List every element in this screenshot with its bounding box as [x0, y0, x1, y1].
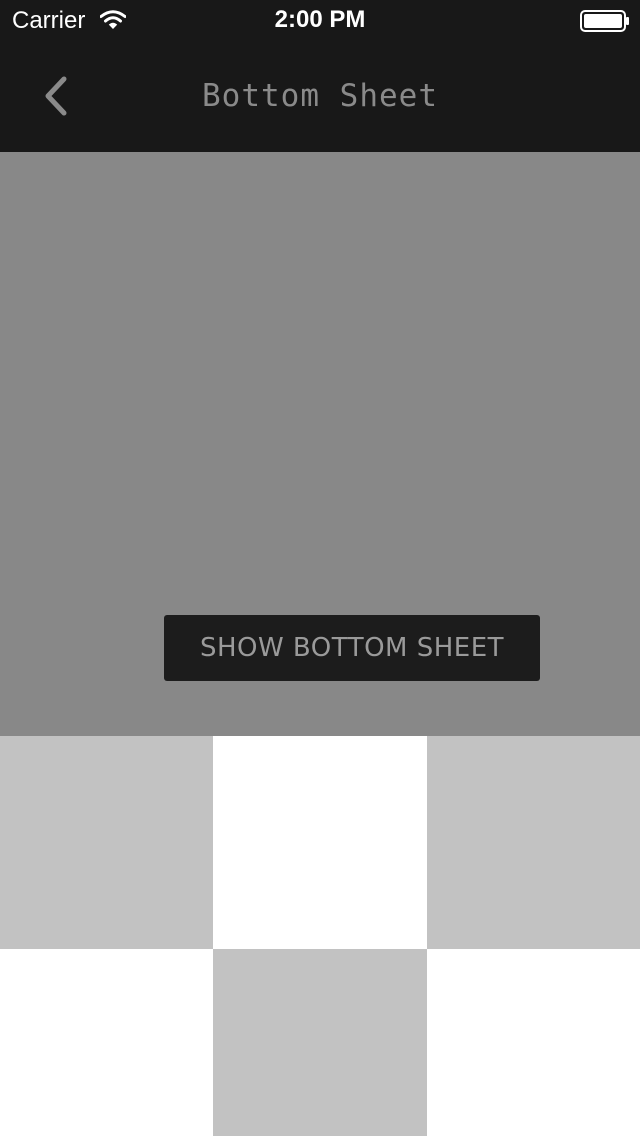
grid-tile[interactable]: [427, 736, 640, 949]
navigation-bar: Bottom Sheet: [0, 40, 640, 152]
grid-tile[interactable]: [213, 736, 427, 949]
show-bottom-sheet-button[interactable]: SHOW BOTTOM SHEET: [164, 615, 540, 681]
grid-tile[interactable]: [213, 949, 427, 1136]
page-title: Bottom Sheet: [202, 78, 438, 114]
tile-grid: [0, 736, 640, 1136]
grid-tile[interactable]: [0, 949, 213, 1136]
grid-tile[interactable]: [0, 736, 213, 949]
battery-icon: [580, 10, 630, 32]
grid-tile[interactable]: [427, 949, 640, 1136]
status-time: 2:00 PM: [274, 6, 366, 33]
content-area: SHOW BOTTOM SHEET: [0, 152, 640, 736]
status-bar: Carrier 2:00 PM: [0, 0, 640, 40]
